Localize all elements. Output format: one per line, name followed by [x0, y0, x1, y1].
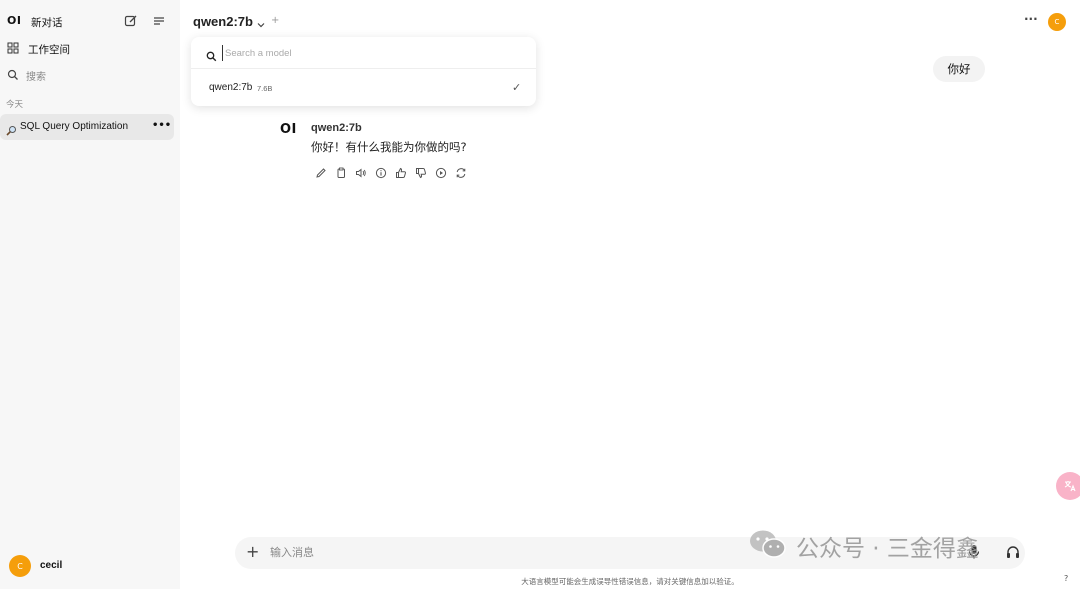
thumbs-up-icon[interactable] — [395, 164, 407, 178]
chat-list-item[interactable]: SQL Query Optimization ••• — [0, 114, 174, 140]
disclaimer: 大语言模型可能会生成误导性错误信息，请对关键信息加以验证。 — [521, 577, 739, 586]
assistant-avatar: OI — [280, 122, 297, 137]
model-search-input[interactable] — [222, 45, 512, 61]
speaker-icon[interactable] — [355, 164, 367, 178]
model-option-name: qwen2:7b — [209, 82, 253, 93]
magnifier-emoji-icon — [6, 121, 17, 140]
composer: + — [235, 537, 1025, 569]
user-avatar[interactable]: C — [9, 555, 31, 577]
assistant-message: 你好！有什么我能为你做的吗? — [311, 140, 467, 154]
search-icon — [206, 47, 217, 66]
copy-icon[interactable] — [335, 164, 347, 178]
chat-title: SQL Query Optimization — [20, 121, 129, 132]
help-button[interactable]: ? — [1064, 574, 1068, 583]
continue-icon[interactable] — [435, 164, 447, 179]
assistant-name: qwen2:7b — [311, 122, 362, 134]
sidebar-search[interactable]: 搜索 — [26, 68, 46, 83]
sidebar: OI 新对话 工作空间 搜索 今天 SQL Query Optimization… — [0, 0, 180, 589]
sidebar-menu-icon[interactable] — [150, 12, 168, 30]
workspace-icon — [4, 39, 22, 57]
add-model-button[interactable]: + — [271, 15, 279, 26]
headphones-icon[interactable] — [1005, 544, 1021, 564]
header-avatar[interactable]: C — [1048, 13, 1066, 31]
attach-button[interactable]: + — [246, 543, 259, 561]
new-chat-icon[interactable] — [122, 12, 140, 30]
microphone-icon[interactable] — [968, 544, 980, 564]
divider — [191, 68, 536, 69]
edit-icon[interactable] — [315, 164, 327, 178]
user-message: 你好 — [933, 56, 985, 82]
model-dropdown: qwen2:7b 7.6B ✓ — [191, 37, 536, 106]
workspace-link[interactable]: 工作空间 — [28, 42, 70, 57]
check-icon: ✓ — [512, 81, 522, 94]
section-heading-today: 今天 — [6, 100, 24, 110]
more-options-button[interactable]: ··· — [1024, 12, 1038, 26]
info-icon[interactable] — [375, 164, 387, 179]
chevron-down-icon[interactable] — [256, 15, 266, 34]
app-logo[interactable]: OI — [7, 14, 21, 27]
user-name[interactable]: cecil — [40, 560, 62, 571]
thumbs-down-icon[interactable] — [415, 164, 427, 179]
regenerate-icon[interactable] — [455, 164, 467, 178]
chat-more-button[interactable]: ••• — [152, 120, 171, 131]
search-icon — [4, 66, 22, 84]
model-option-size: 7.6B — [257, 84, 273, 93]
floating-translate-icon[interactable] — [1056, 472, 1080, 500]
new-chat-button[interactable]: 新对话 — [31, 15, 63, 30]
message-input[interactable] — [270, 545, 970, 561]
model-selector[interactable]: qwen2:7b — [193, 14, 253, 29]
